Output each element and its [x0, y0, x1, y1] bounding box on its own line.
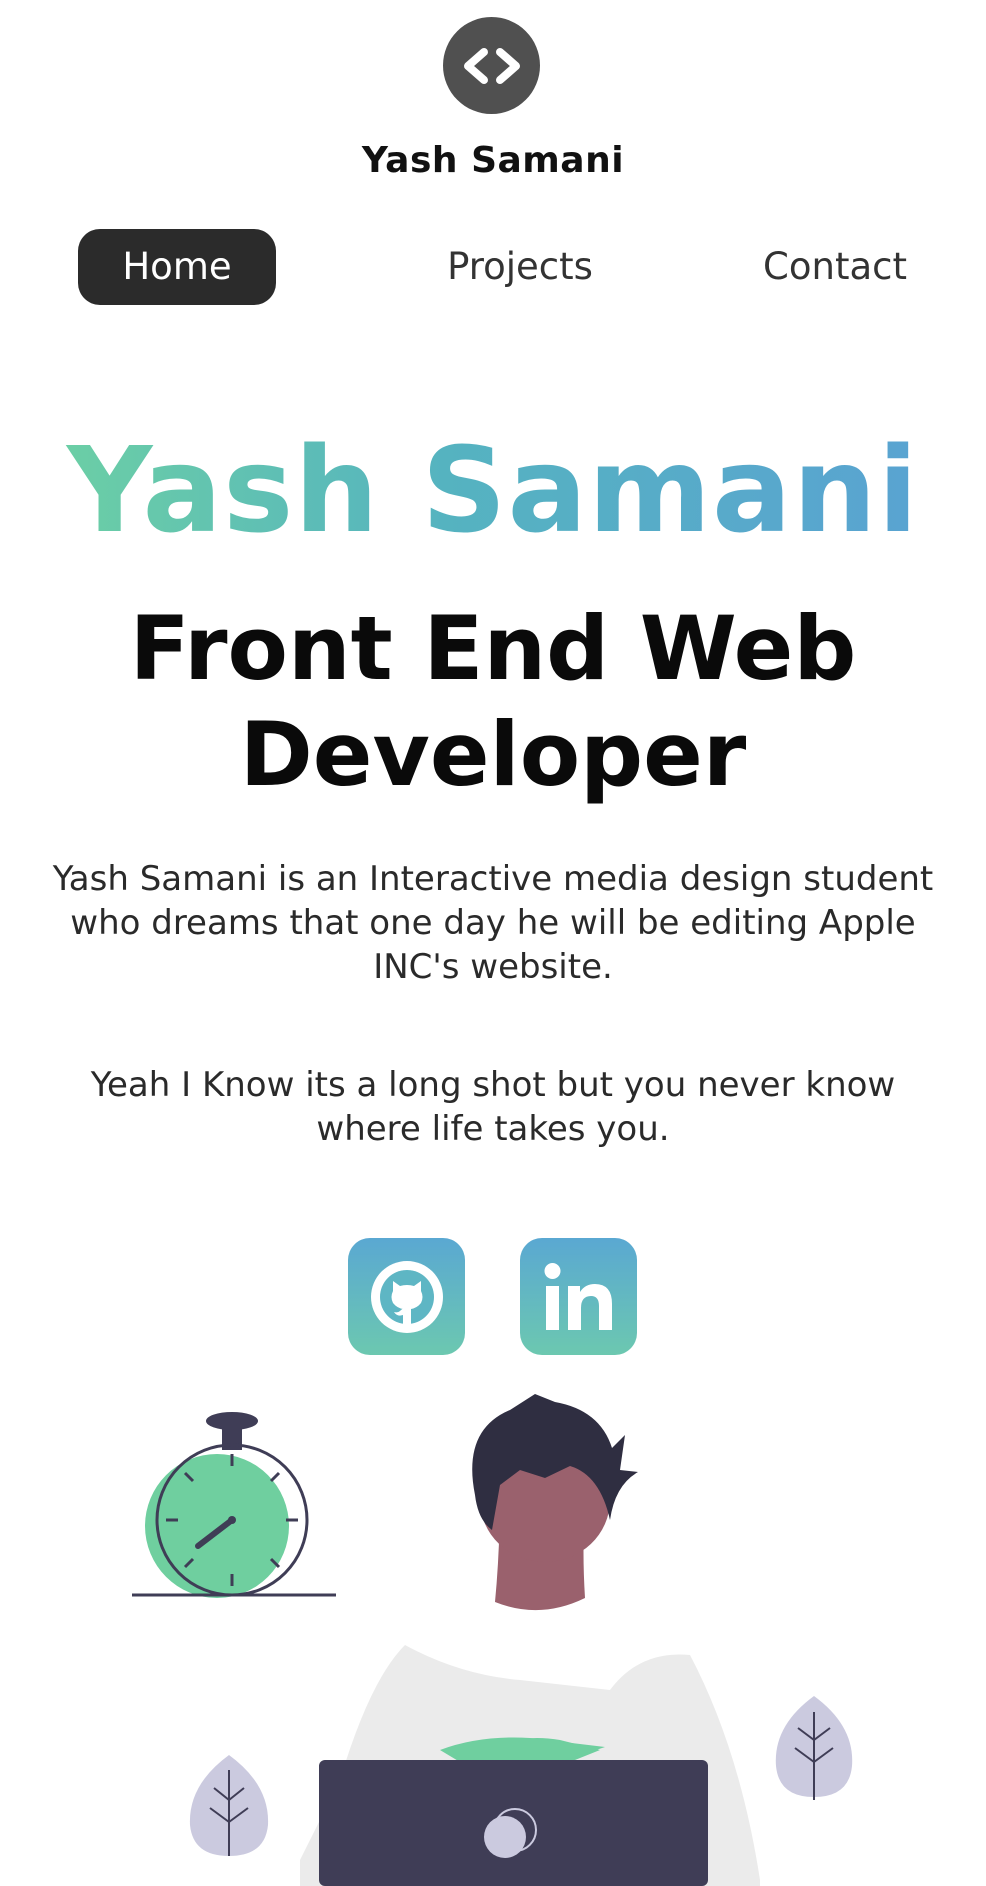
bio-paragraph-2: Yeah I Know its a long shot but you neve… [90, 1065, 896, 1149]
code-brackets-icon [463, 47, 520, 84]
stopwatch-icon [132, 1412, 336, 1598]
brand-name: Yash Samani [361, 140, 625, 181]
leaf-right-icon [775, 1696, 853, 1800]
logo[interactable] [443, 17, 540, 114]
github-link[interactable] [348, 1238, 465, 1355]
developer-illustration [132, 1394, 853, 1886]
bio-paragraph: Yash Samani is an Interactive media desi… [52, 859, 934, 987]
leaf-left-icon [189, 1755, 269, 1856]
linkedin-link[interactable] [520, 1238, 637, 1355]
nav-contact[interactable]: Contact [750, 229, 920, 305]
laptop [319, 1760, 708, 1886]
nav-home[interactable]: Home [78, 229, 276, 305]
linkedin-icon [544, 1262, 612, 1330]
hero-name: Yash Samani [0, 425, 986, 555]
hero-title-line-2: Developer [239, 703, 747, 806]
nav-projects[interactable]: Projects [420, 229, 620, 305]
main-nav: Home Projects Contact [0, 229, 986, 305]
hero-title-line-1: Front End Web [129, 597, 857, 700]
hero-title: Front End Web Developer [0, 596, 986, 808]
github-icon [370, 1260, 443, 1333]
